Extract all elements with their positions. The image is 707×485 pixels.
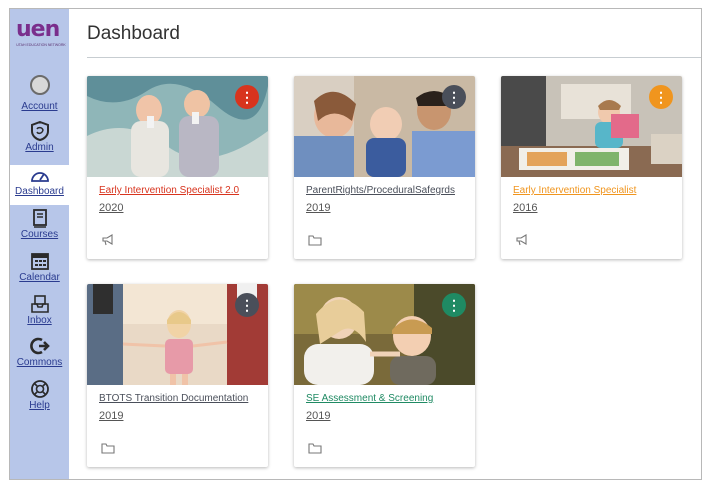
folder-icon[interactable]: [101, 441, 115, 455]
speedometer-icon: [30, 172, 49, 182]
nav-label-dashboard: Dashboard: [15, 186, 64, 197]
lifebuoy-icon: [30, 380, 49, 398]
commons-arrow-icon: [29, 337, 50, 355]
nav-item-commons[interactable]: Commons: [10, 336, 69, 376]
course-card-title[interactable]: SE Assessment & Screening: [306, 393, 466, 404]
course-card-term: 2016: [513, 202, 538, 214]
course-card-term: 2019: [306, 202, 331, 214]
announcement-icon[interactable]: [515, 233, 529, 247]
nav-item-dashboard[interactable]: Dashboard: [10, 165, 69, 205]
card-options-button[interactable]: ⋮: [649, 85, 673, 109]
book-icon: [32, 209, 47, 228]
course-card-parent-rights[interactable]: ⋮ ParentRights/ProceduralSafegrds 2019: [294, 76, 475, 259]
course-card-title[interactable]: Early Intervention Specialist 2.0: [99, 185, 259, 196]
course-card-term: 2019: [306, 410, 331, 422]
course-card-title[interactable]: Early Intervention Specialist: [513, 185, 673, 196]
course-card-term: 2019: [99, 410, 124, 422]
dashboard-main: Dashboard ⋮ Early Intervention Specialis…: [70, 9, 701, 479]
nav-label-inbox: Inbox: [27, 315, 52, 326]
folder-icon[interactable]: [308, 441, 322, 455]
nav-item-calendar[interactable]: Calendar: [10, 251, 69, 291]
nav-label-account: Account: [21, 101, 58, 112]
nav-label-help: Help: [29, 400, 50, 411]
course-card-early-intervention-2[interactable]: ⋮ Early Intervention Specialist 2.0 2020: [87, 76, 268, 259]
vertical-dots-icon: ⋮: [447, 89, 461, 105]
uen-logo[interactable]: uen UTAH EDUCATION NETWORK: [12, 15, 68, 55]
course-card-se-assessment[interactable]: ⋮ SE Assessment & Screening 2019: [294, 284, 475, 467]
page-title: Dashboard: [87, 23, 180, 44]
app-window: uen UTAH EDUCATION NETWORK Account Admin…: [9, 8, 702, 480]
nav-item-courses[interactable]: Courses: [10, 208, 69, 248]
nav-item-help[interactable]: Help: [10, 379, 69, 419]
vertical-dots-icon: ⋮: [240, 297, 254, 313]
global-nav-sidebar: uen UTAH EDUCATION NETWORK Account Admin…: [10, 9, 69, 479]
account-avatar-icon: [29, 75, 50, 95]
course-card-title[interactable]: BTOTS Transition Documentation: [99, 393, 259, 404]
vertical-dots-icon: ⋮: [447, 297, 461, 313]
inbox-icon: [30, 295, 49, 313]
vertical-dots-icon: ⋮: [654, 89, 668, 105]
vertical-dots-icon: ⋮: [240, 89, 254, 105]
nav-label-calendar: Calendar: [19, 272, 60, 283]
announcement-icon[interactable]: [101, 233, 115, 247]
title-divider: [87, 57, 701, 58]
card-options-button[interactable]: ⋮: [235, 293, 259, 317]
calendar-icon: [30, 253, 49, 270]
course-card-btots-transition[interactable]: ⋮ BTOTS Transition Documentation 2019: [87, 284, 268, 467]
nav-item-admin[interactable]: Admin: [10, 121, 69, 161]
logo-text: uen: [16, 17, 60, 42]
course-card-title[interactable]: ParentRights/ProceduralSafegrds: [306, 185, 466, 196]
folder-icon[interactable]: [308, 233, 322, 247]
nav-label-commons: Commons: [16, 357, 63, 368]
card-options-button[interactable]: ⋮: [235, 85, 259, 109]
nav-item-account[interactable]: Account: [10, 75, 69, 115]
course-card-term: 2020: [99, 202, 124, 214]
logo-subtitle: UTAH EDUCATION NETWORK: [16, 43, 66, 47]
course-card-early-intervention[interactable]: ⋮ Early Intervention Specialist 2016: [501, 76, 682, 259]
nav-label-admin: Admin: [25, 142, 54, 153]
nav-item-inbox[interactable]: Inbox: [10, 294, 69, 334]
card-options-button[interactable]: ⋮: [442, 293, 466, 317]
shield-icon: [30, 121, 49, 141]
nav-label-courses: Courses: [20, 229, 59, 240]
card-options-button[interactable]: ⋮: [442, 85, 466, 109]
